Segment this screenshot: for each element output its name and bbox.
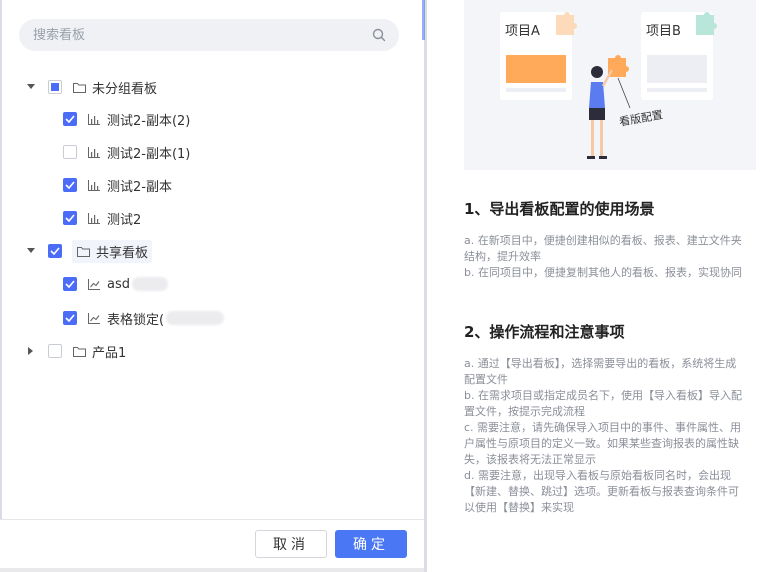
caret-down-icon[interactable] [26,246,36,256]
item-label: 测试2 [107,212,142,228]
group-label: 未分组看板 [92,81,158,97]
item-checkbox[interactable] [63,311,77,325]
section2-title: 2、操作流程和注意事项 [464,323,625,341]
group-checkbox[interactable] [48,80,62,94]
blue-edge-mark [422,0,425,40]
tree-item[interactable]: asd [63,271,168,297]
group-checkbox[interactable] [48,344,62,358]
item-checkbox[interactable] [63,277,77,291]
item-label: 测试2-副本 [107,179,172,195]
bar-chart-icon [87,178,101,192]
panel-edge [0,0,2,567]
section2-line: c. 需要注意，请先确保导入项目中的事件、事件属性、用户属性与原项目的定义一致。… [464,421,742,466]
illustration: 项目A 项目B 看版配置 [464,0,756,170]
cancel-button[interactable]: 取消 [255,530,327,558]
section2-body: a. 通过【导出看板】，选择需要导出的看板，系统将生成配置文件 b. 在需求项目… [464,356,746,516]
dialog-footer: 取消 确定 [0,519,424,568]
section2-line: b. 在需求项目或指定成员名下，使用【导入看板】导入配置文件，按提示完成流程 [464,389,742,418]
tree-group-product1[interactable]: 产品1 [26,338,126,364]
caret-down-icon[interactable] [26,82,36,92]
search-input[interactable] [31,19,365,51]
section1-line: a. 在新项目中，便捷创建相似的看板、报表、建立文件夹结构，提升效率 [464,234,742,263]
tree-group-ungrouped[interactable]: 未分组看板 [26,74,157,100]
tree-item[interactable]: 表格锁定( [63,305,225,331]
section2-line: a. 通过【导出看板】，选择需要导出的看板，系统将生成配置文件 [464,357,737,386]
group-label: 产品1 [92,345,127,361]
tree-group-shared[interactable]: 共享看板 [26,238,153,264]
confirm-button[interactable]: 确定 [335,530,407,558]
redacted-text [132,277,168,291]
caret-right-icon[interactable] [26,346,36,356]
search-icon[interactable] [371,27,387,43]
card-a-label: 项目A [505,24,540,39]
folder-icon [72,344,86,358]
item-label: 测试2-副本(1) [107,146,191,162]
item-checkbox[interactable] [63,112,77,126]
group-checkbox[interactable] [48,244,62,258]
folder-icon [76,244,90,258]
bar-chart-icon [87,211,101,225]
redacted-text [166,311,225,325]
section1-body: a. 在新项目中，便捷创建相似的看板、报表、建立文件夹结构，提升效率 b. 在同… [464,233,746,281]
export-dashboard-panel: 未分组看板 测试2-副本(2) 测试2-副本(1) 测试2-副本 测试2 共享看… [0,0,425,568]
bar-chart-icon [87,112,101,126]
card-b-label: 项目B [646,24,681,39]
guide-panel: 项目A 项目B 看版配置 1、导出看板配置的使用场景 a. 在新项目中，便捷创建… [427,0,763,572]
group-label: 共享看板 [96,245,149,261]
section1-title: 1、导出看板配置的使用场景 [464,200,655,218]
tree-item[interactable]: 测试2 [63,205,141,231]
section2-line: d. 需要注意，出现导入看板与原始看板同名时，会出现【新建、替换、跳过】选项。更… [464,469,739,514]
line-chart-icon [87,311,101,325]
item-label: 表格锁定( [107,312,165,328]
line-chart-icon [87,277,101,291]
item-checkbox[interactable] [63,145,77,159]
item-checkbox[interactable] [63,211,77,225]
folder-icon [72,80,86,94]
item-label: 测试2-副本(2) [107,113,191,129]
group-highlight: 共享看板 [72,239,153,263]
tree-item[interactable]: 测试2-副本 [63,172,172,198]
bar-chart-icon [87,145,101,159]
item-label: asd [107,276,130,292]
tree-item[interactable]: 测试2-副本(1) [63,139,190,165]
search-box [19,19,399,51]
section1-line: b. 在同项目中，便捷复制其他人的看板、报表，实现协同 [464,266,742,279]
item-checkbox[interactable] [63,178,77,192]
tree-item[interactable]: 测试2-副本(2) [63,106,190,132]
